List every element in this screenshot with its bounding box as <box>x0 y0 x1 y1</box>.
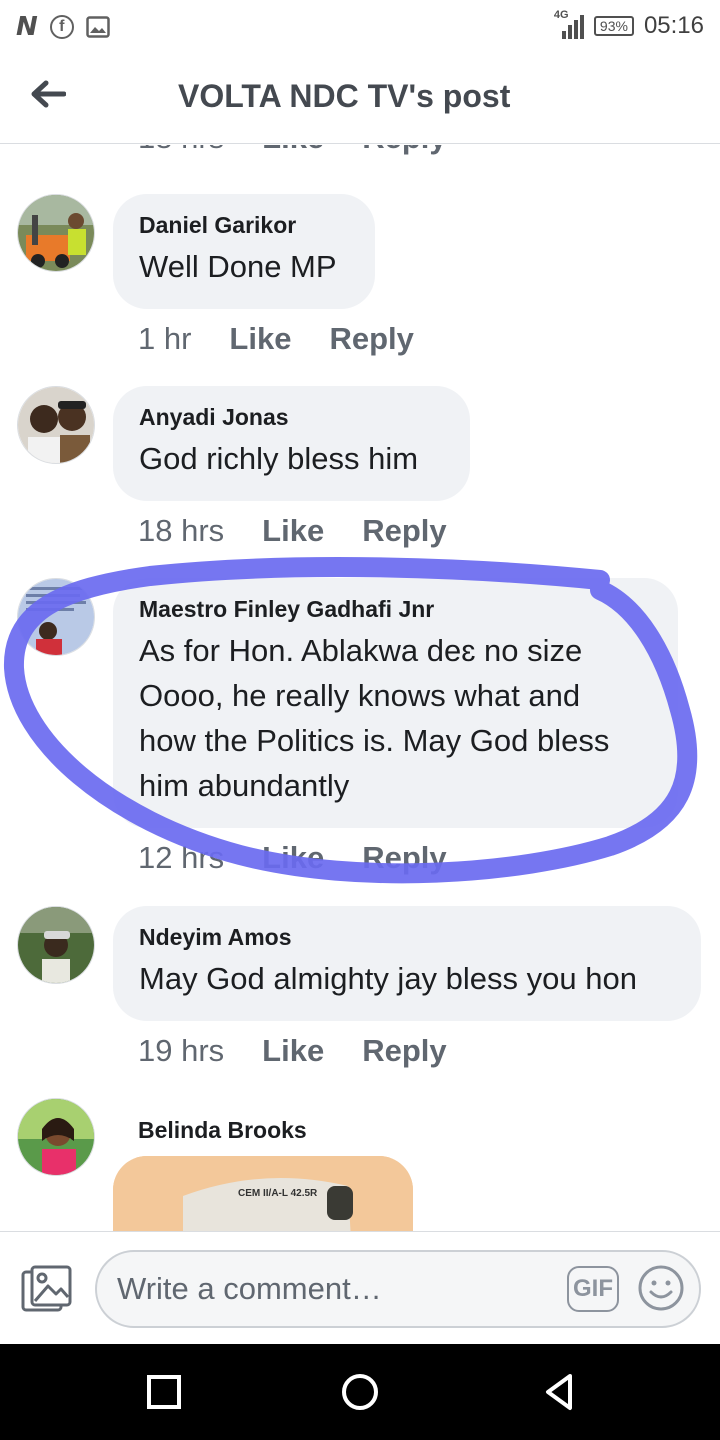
arrow-left-icon <box>31 80 66 108</box>
comment-actions: 18 hrs Like Reply <box>138 513 447 549</box>
comment-bubble[interactable]: Daniel Garikor Well Done MP <box>113 194 375 309</box>
emoji-icon[interactable] <box>637 1264 685 1312</box>
page-title: VOLTA NDC TV's post <box>178 78 511 114</box>
reply-button[interactable]: Reply <box>329 321 413 357</box>
comment-author[interactable]: Daniel Garikor <box>139 210 349 240</box>
comment-author[interactable]: Anyadi Jonas <box>139 402 444 432</box>
comment-input-box[interactable]: GIF <box>95 1250 701 1328</box>
comment-actions: 1 hr Like Reply <box>138 321 414 357</box>
like-button[interactable]: Like <box>262 145 324 156</box>
system-nav-bar <box>0 1344 720 1440</box>
cement-bag-label: CEM II/A-L 42.5R <box>238 1188 318 1199</box>
comments-feed[interactable]: 18 hrs Like Reply Daniel Garikor Well Do… <box>0 145 720 1231</box>
comment-composer: GIF <box>0 1231 720 1344</box>
comment-time: 19 hrs <box>138 1033 225 1068</box>
reply-button[interactable]: Reply <box>362 840 446 876</box>
comment-text-line: Oooo, he really knows what and <box>139 678 581 713</box>
home-icon[interactable] <box>340 1372 380 1412</box>
comment-text-line: how the Politics is. May God bless <box>139 723 610 758</box>
comment-text: May God almighty jay bless you hon <box>139 961 637 996</box>
comment-actions: 19 hrs Like Reply <box>138 1033 447 1069</box>
comment-image[interactable]: CEM II/A-L 42.5R <box>113 1156 413 1231</box>
comment-text: God richly bless him <box>139 441 419 476</box>
comment-text: Well Done MP <box>139 249 337 284</box>
gallery-icon <box>86 16 110 38</box>
photo-icon[interactable] <box>20 1264 74 1314</box>
reply-button[interactable]: Reply <box>362 145 446 156</box>
gif-button[interactable]: GIF <box>567 1266 619 1312</box>
comment-bubble[interactable]: Maestro Finley Gadhafi Jnr As for Hon. A… <box>113 578 678 828</box>
comment-text-line: As for Hon. Ablakwa deɛ no size <box>139 633 583 668</box>
comment-time: 12 hrs <box>138 840 225 875</box>
comment-input[interactable] <box>117 1266 557 1312</box>
avatar[interactable] <box>17 386 95 464</box>
comment-text: As for Hon. Ablakwa deɛ no size Oooo, he… <box>139 628 652 808</box>
avatar[interactable] <box>17 194 95 272</box>
avatar[interactable] <box>17 578 95 656</box>
back-nav-icon[interactable] <box>540 1372 580 1412</box>
comment-time: 18 hrs <box>138 145 224 156</box>
comment-bubble[interactable]: Anyadi Jonas God richly bless him <box>113 386 470 501</box>
like-button[interactable]: Like <box>262 1033 324 1069</box>
battery-indicator: 93% <box>593 16 634 36</box>
like-button[interactable]: Like <box>262 840 324 876</box>
status-bar: N f 4G 93% 05:16 <box>0 0 720 52</box>
reply-button[interactable]: Reply <box>362 1033 446 1069</box>
comment-bubble[interactable]: Ndeyim Amos May God almighty jay bless y… <box>113 906 701 1021</box>
n-icon: N <box>16 12 38 42</box>
comment-time: 1 hr <box>138 321 192 356</box>
facebook-icon: f <box>49 15 74 39</box>
comment-text-line: him abundantly <box>139 768 350 803</box>
recents-icon[interactable] <box>144 1372 184 1412</box>
comment-author[interactable]: Maestro Finley Gadhafi Jnr <box>139 594 652 624</box>
comment-actions: 12 hrs Like Reply <box>138 840 447 876</box>
comment-time: 18 hrs <box>138 513 225 548</box>
back-button[interactable] <box>26 74 70 114</box>
clock: 05:16 <box>643 12 704 39</box>
app-header: VOLTA NDC TV's post <box>0 52 720 144</box>
like-button[interactable]: Like <box>229 321 291 357</box>
comment-actions: 18 hrs Like Reply <box>138 145 447 156</box>
signal-icon: 4G <box>554 9 584 39</box>
avatar[interactable] <box>17 906 95 984</box>
comment-author[interactable]: Belinda Brooks <box>138 1115 307 1145</box>
comment-author[interactable]: Ndeyim Amos <box>139 922 675 952</box>
reply-button[interactable]: Reply <box>362 513 446 549</box>
avatar[interactable] <box>17 1098 95 1176</box>
like-button[interactable]: Like <box>262 513 324 549</box>
